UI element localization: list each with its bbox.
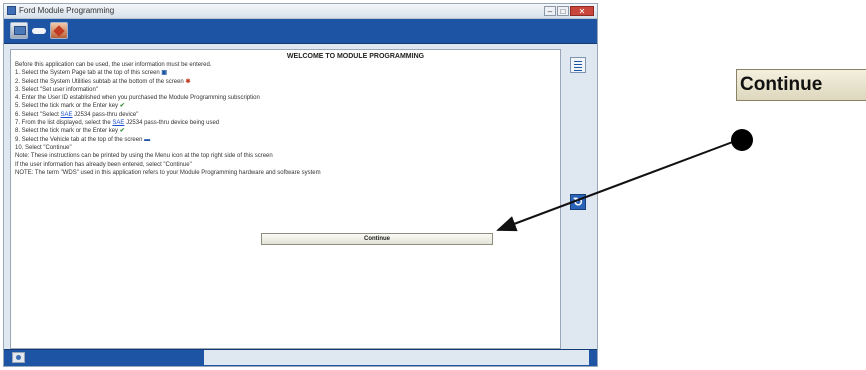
callout-arrow-line xyxy=(496,139,739,232)
callout-dot xyxy=(731,129,753,151)
callout-arrow xyxy=(496,129,753,232)
